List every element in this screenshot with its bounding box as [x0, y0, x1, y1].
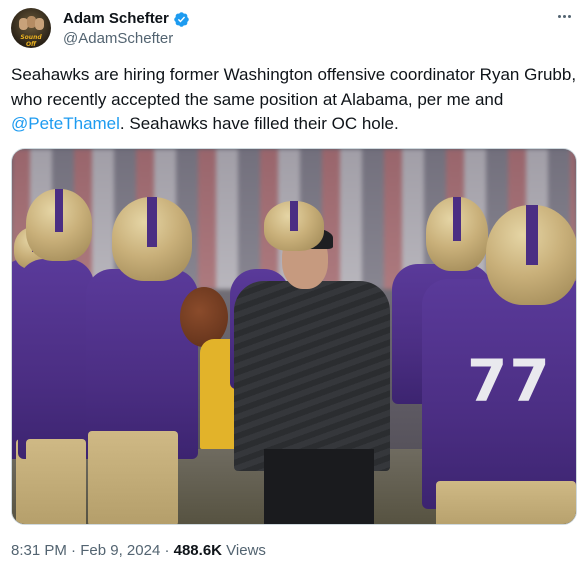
tweet-time[interactable]: 8:31 PM	[11, 542, 67, 559]
tweet-date[interactable]: Feb 9, 2024	[80, 542, 160, 559]
tweet-card: Sound Off Adam Schefter @AdamSchefter Se…	[0, 0, 588, 565]
author-display-name[interactable]: Adam Schefter	[63, 9, 169, 29]
meta-separator: ·	[66, 542, 81, 559]
author-handle[interactable]: @AdamSchefter	[63, 29, 190, 49]
jersey-number: 77	[467, 347, 552, 415]
tweet-photo[interactable]: 77	[11, 148, 577, 525]
views-count[interactable]: 488.6K	[174, 542, 222, 559]
pants	[88, 431, 178, 524]
avatar-logo-text: Sound Off	[20, 34, 42, 48]
coach-pants	[264, 449, 374, 524]
helmet-back	[264, 201, 324, 251]
dot	[562, 14, 566, 18]
pants	[436, 481, 576, 524]
tweet-text: Seahawks are hiring former Washington of…	[11, 63, 577, 137]
views-label: Views	[222, 542, 266, 559]
avatar[interactable]: Sound Off	[11, 8, 51, 48]
author-name-row[interactable]: Adam Schefter	[63, 9, 190, 29]
verified-badge-icon	[174, 11, 189, 27]
helmet	[112, 197, 192, 281]
author-block: Adam Schefter @AdamSchefter	[63, 9, 190, 49]
pants	[26, 439, 86, 524]
helmet	[486, 205, 576, 305]
football	[180, 287, 228, 347]
more-options-icon[interactable]	[552, 8, 576, 24]
mention-link[interactable]: @PeteThamel	[11, 114, 120, 133]
dot	[567, 14, 571, 18]
tweet-meta: 8:31 PM · Feb 9, 2024 · 488.6K Views	[11, 541, 266, 561]
helmet	[26, 189, 92, 261]
jersey	[18, 259, 94, 459]
helmet	[426, 197, 488, 271]
avatar-face	[35, 18, 44, 30]
tweet-text-part1: Seahawks are hiring former Washington of…	[11, 65, 577, 109]
meta-separator: ·	[160, 542, 174, 559]
dot	[557, 14, 561, 18]
coach-jacket	[234, 281, 390, 471]
tweet-text-part2: . Seahawks have filled their OC hole.	[119, 114, 399, 133]
